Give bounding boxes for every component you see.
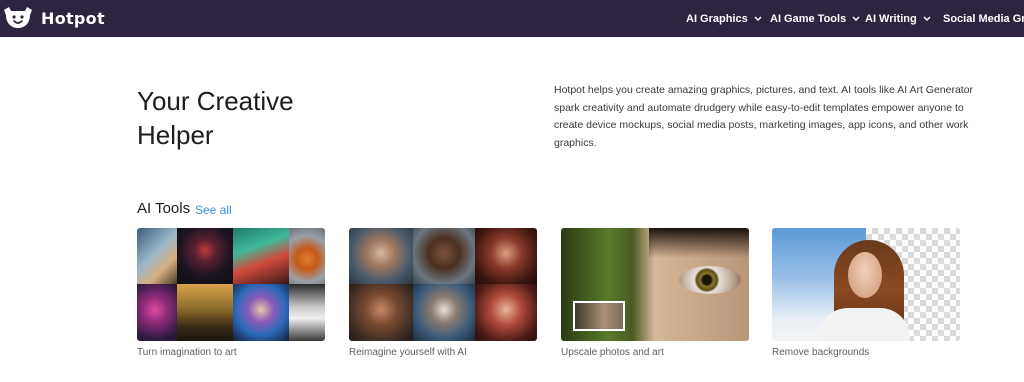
chevron-down-icon	[852, 13, 860, 25]
card-caption: Upscale photos and art	[561, 347, 664, 358]
tool-card-art-generator[interactable]: Turn imagination to art	[137, 228, 325, 358]
card-caption: Reimagine yourself with AI	[349, 347, 467, 358]
zoom-inset-box	[573, 301, 625, 331]
nav-label: Social Media Graph	[943, 12, 1024, 25]
nav-label: AI Writing	[865, 12, 917, 25]
brand-logo[interactable]: Hotpot	[2, 6, 105, 30]
nav-label: AI Game Tools	[770, 12, 847, 25]
section-title-ai-tools: AI Tools	[137, 200, 191, 217]
hero-description: Hotpot helps you create amazing graphics…	[554, 84, 974, 149]
portrait-collage-image	[349, 228, 537, 341]
brand-name: Hotpot	[41, 8, 105, 28]
nav-ai-writing[interactable]: AI Writing	[865, 0, 931, 37]
person-shirt	[818, 308, 910, 341]
tool-card-reimagine-yourself[interactable]: Reimagine yourself with AI	[349, 228, 537, 358]
see-all-link[interactable]: See all	[195, 203, 232, 217]
person-face	[848, 252, 882, 298]
eye-shape	[679, 266, 741, 294]
card-caption: Turn imagination to art	[137, 347, 237, 358]
eye-closeup-image	[561, 228, 749, 341]
art-collage-image	[137, 228, 325, 341]
chevron-down-icon	[754, 13, 762, 25]
chevron-down-icon	[923, 13, 931, 25]
card-caption: Remove backgrounds	[772, 347, 870, 358]
hotpot-logo-icon	[2, 6, 34, 30]
tool-card-upscale[interactable]: Upscale photos and art	[561, 228, 749, 358]
top-navigation-bar: Hotpot AI Graphics AI Game Tools AI Writ…	[0, 0, 1024, 37]
nav-label: AI Graphics	[686, 12, 748, 25]
tool-card-remove-background[interactable]: Remove backgrounds	[772, 228, 960, 358]
page-title: Your Creative Helper	[137, 86, 294, 150]
hair-overlay	[649, 228, 749, 258]
background-removal-image	[772, 228, 960, 341]
nav-ai-game-tools[interactable]: AI Game Tools	[770, 0, 860, 37]
nav-ai-graphics[interactable]: AI Graphics	[686, 0, 762, 37]
nav-social-media-graphics[interactable]: Social Media Graph	[943, 0, 1024, 37]
